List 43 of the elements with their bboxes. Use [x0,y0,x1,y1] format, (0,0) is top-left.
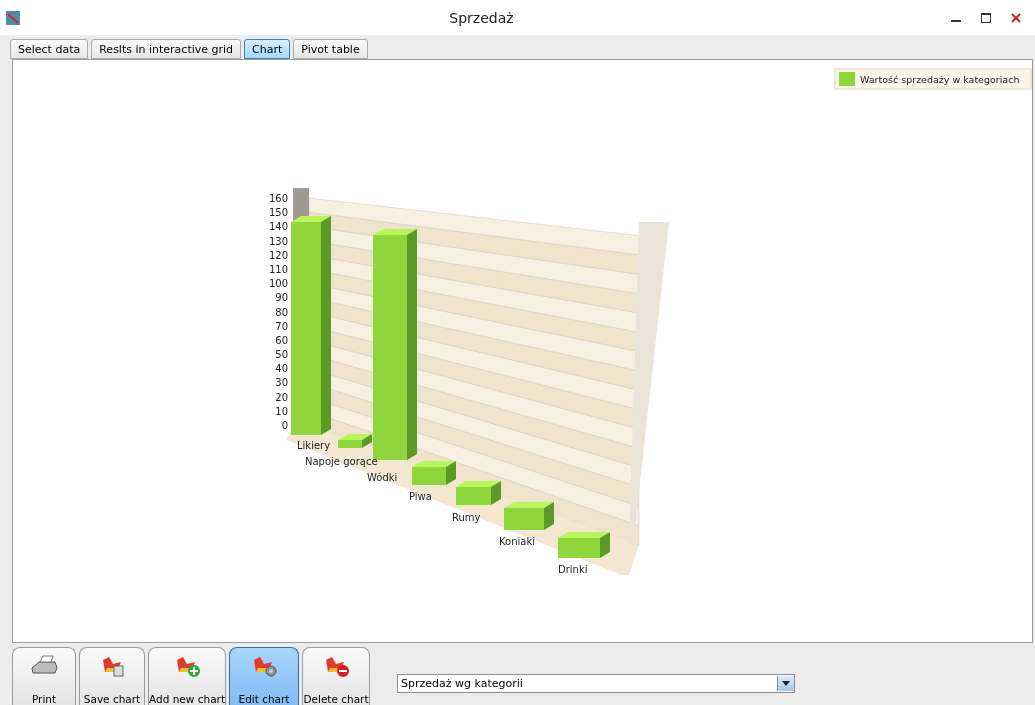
category-label: Napoje gorące [305,456,378,467]
category-label: Rumy [452,512,481,523]
axis-tick-label: 40 [275,363,288,375]
axis-tick-label: 20 [275,391,288,403]
printer-icon [29,654,59,676]
tab[interactable]: Reslts in interactive grid [91,39,242,59]
axis-tick-label: 30 [275,377,288,389]
axis-tick-label: 80 [275,306,288,318]
toolbar-button[interactable]: Delete chart [302,647,370,705]
chart-bar [504,502,554,530]
axis-tick-label: 90 [275,292,288,304]
axis-tick-label: 140 [268,221,288,233]
toolbar-button[interactable]: Print [12,647,76,705]
category-label: Likiery [297,440,331,451]
axis-tick-label: 150 [268,207,288,219]
category-label: Wódki [367,472,398,483]
tab[interactable]: Select data [10,39,89,59]
axis-tick-label: 10 [275,405,288,417]
chart-bar [558,532,610,558]
category-label: Drinki [558,564,588,575]
legend-swatch [839,72,855,86]
axis-tick-label: 100 [268,278,288,290]
legend-label: Wartość sprzedaży w kategoriach [860,74,1020,85]
dropdown-caret-icon[interactable] [777,676,794,691]
axis-tick-label: 130 [268,235,288,247]
tab[interactable]: Pivot table [293,39,368,59]
category-label: Piwa [409,491,432,502]
chart-dropdown[interactable]: Sprzedaż wg kategorii [397,674,795,693]
chart-bar [456,481,501,505]
axis-tick-label: 110 [268,263,288,275]
axis-tick-label: 0 [281,420,288,431]
axis-tick-label: 70 [275,320,288,332]
toolbar-button[interactable]: Edit chart [229,647,299,705]
app-icon [6,10,20,25]
axis-tick-label: 120 [268,249,288,261]
tab[interactable]: Chart [244,39,291,59]
axis-tick-label: 50 [275,349,288,361]
axis-tick-label: 60 [275,334,288,346]
category-label: Koniaki [499,536,535,547]
axis-tick-label: 160 [268,193,288,204]
window-title: Sprzedaż [448,9,515,26]
toolbar-button[interactable]: Save chart [79,647,145,705]
toolbar-button[interactable]: Add new chart [148,647,226,705]
